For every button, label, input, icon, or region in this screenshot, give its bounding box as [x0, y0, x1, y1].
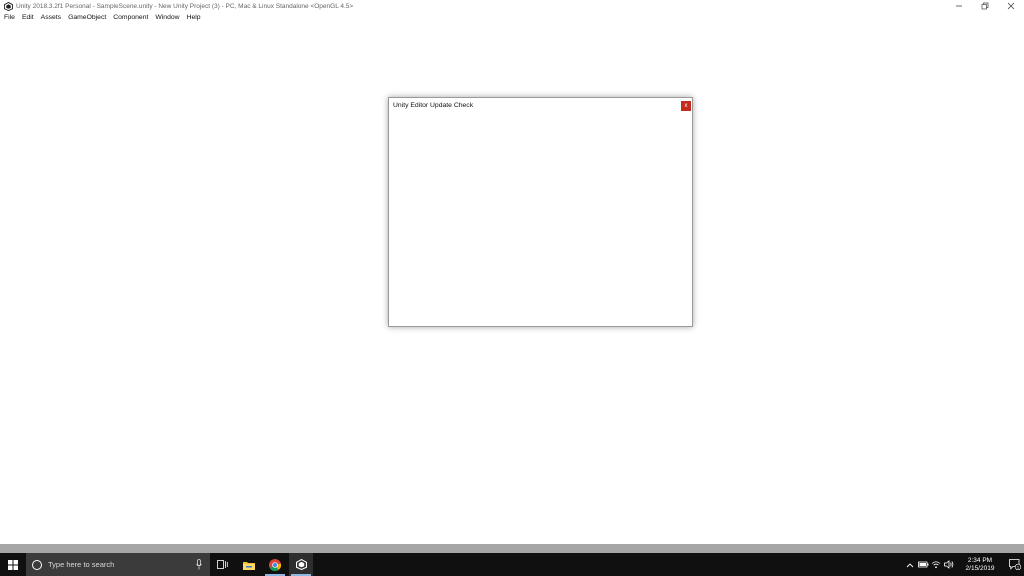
- battery-button[interactable]: [917, 559, 929, 571]
- unity-taskbar-button[interactable]: [289, 553, 313, 576]
- menu-gameobject[interactable]: GameObject: [68, 14, 106, 21]
- unity-icon: [295, 559, 307, 570]
- clock-time: 2:34 PM: [967, 556, 993, 564]
- task-view-icon: [216, 560, 228, 569]
- dialog-title: Unity Editor Update Check: [393, 102, 474, 109]
- chrome-button[interactable]: [263, 553, 287, 576]
- cortana-icon: [32, 559, 42, 570]
- window-title-bar[interactable]: Unity 2018.3.2f1 Personal - SampleScene.…: [0, 0, 1024, 12]
- task-view-button[interactable]: [210, 553, 234, 576]
- network-button[interactable]: [930, 559, 942, 571]
- menu-window[interactable]: Window: [155, 14, 179, 21]
- system-tray: 2:34 PM 2/15/2019 1: [904, 553, 1024, 576]
- windows-logo-icon: [8, 559, 18, 570]
- chrome-icon: [269, 558, 281, 571]
- close-icon: [1007, 2, 1015, 10]
- volume-button[interactable]: [943, 559, 955, 571]
- network-icon: [931, 561, 941, 569]
- clock-date: 2/15/2019: [965, 564, 995, 572]
- menu-bar: File Edit Assets GameObject Component Wi…: [0, 12, 1024, 23]
- menu-component[interactable]: Component: [113, 14, 148, 21]
- action-center-button[interactable]: 1: [1006, 553, 1024, 576]
- taskbar-clock[interactable]: 2:34 PM 2/15/2019: [960, 557, 1000, 573]
- unity-logo-icon: [2, 0, 14, 12]
- restore-button[interactable]: [972, 0, 998, 12]
- taskbar: Type here to search 2:34 PM 2/15/2019 1: [0, 553, 1024, 576]
- taskbar-search-box[interactable]: Type here to search: [26, 553, 210, 576]
- restore-icon: [981, 2, 989, 10]
- menu-file[interactable]: File: [4, 14, 15, 21]
- file-explorer-icon: [243, 561, 255, 570]
- menu-help[interactable]: Help: [187, 14, 201, 21]
- minimize-icon: [956, 5, 962, 7]
- dialog-close-button[interactable]: x: [681, 101, 691, 111]
- notification-icon: 1: [1009, 559, 1021, 570]
- update-check-dialog: Unity Editor Update Check x: [388, 97, 693, 327]
- editor-status-strip: [0, 544, 1024, 553]
- minimize-button[interactable]: [946, 0, 972, 12]
- window-title: Unity 2018.3.2f1 Personal - SampleScene.…: [16, 2, 354, 10]
- close-icon: x: [684, 103, 688, 109]
- chevron-up-icon: [906, 562, 914, 567]
- battery-icon: [917, 561, 928, 568]
- microphone-icon[interactable]: [196, 559, 202, 570]
- close-window-button[interactable]: [998, 0, 1024, 12]
- file-explorer-button[interactable]: [237, 553, 261, 576]
- start-button[interactable]: [0, 553, 26, 576]
- menu-assets[interactable]: Assets: [41, 14, 61, 21]
- show-hidden-icons-button[interactable]: [904, 559, 916, 571]
- menu-edit[interactable]: Edit: [22, 14, 34, 21]
- search-placeholder: Type here to search: [48, 560, 115, 569]
- volume-icon: [944, 560, 954, 569]
